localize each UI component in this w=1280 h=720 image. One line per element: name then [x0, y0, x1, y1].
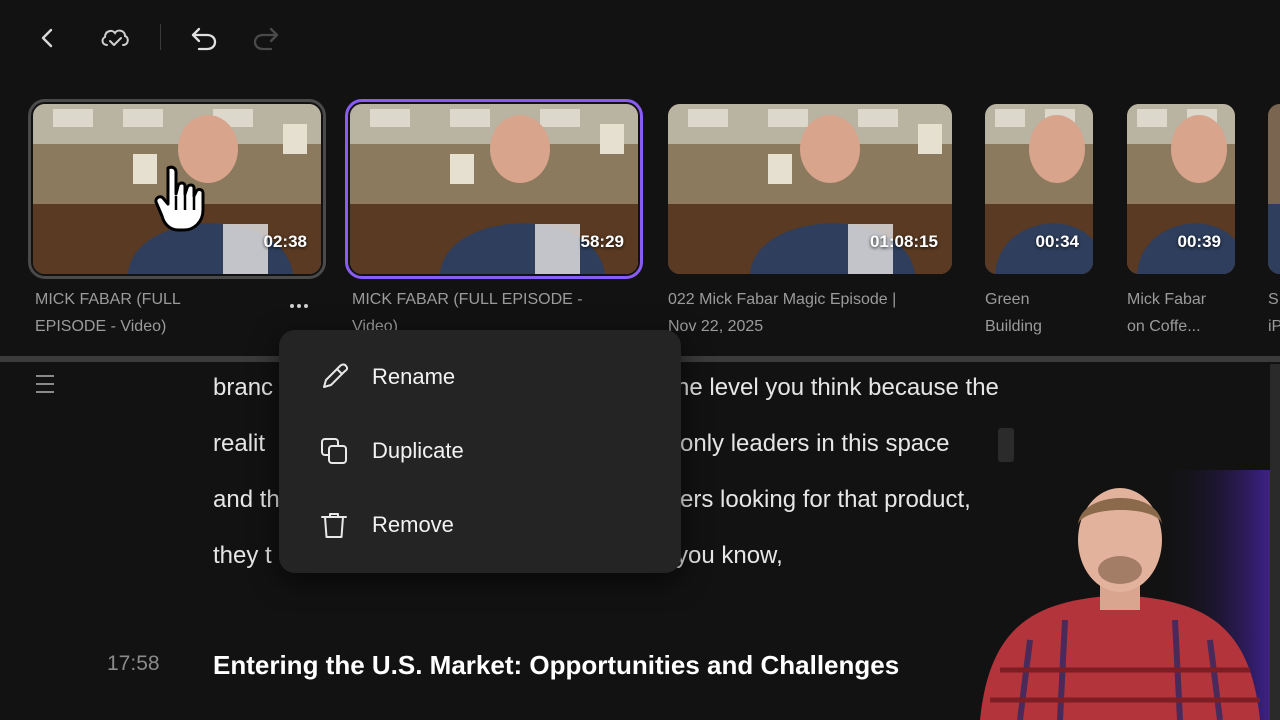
- redo-icon: [253, 27, 279, 51]
- toolbar: [0, 0, 1280, 76]
- clip-title-line: Nov 22, 2025: [668, 318, 764, 335]
- transcript-text: only leaders in this space: [680, 430, 950, 457]
- clip-title: Mick Fabar on Coffe...: [1127, 286, 1247, 340]
- clip-duration: 02:38: [263, 232, 307, 251]
- clip-thumbnail: 58:29: [345, 99, 643, 279]
- menu-bar: [36, 391, 54, 393]
- clip-title: Green Building: [985, 286, 1105, 340]
- clip-title-line: iP: [1268, 318, 1280, 335]
- menu-item-label: Duplicate: [372, 438, 464, 463]
- transcript-line[interactable]: they t: [213, 542, 272, 570]
- chevron-left-icon: [41, 28, 53, 48]
- context-menu: Rename Duplicate Remove: [279, 330, 681, 573]
- clip-item[interactable]: 02:38 MICK FABAR (FULL EPISODE - Video): [0, 96, 330, 358]
- transcript-line[interactable]: you know,: [676, 542, 783, 570]
- transcript-line[interactable]: branc: [213, 374, 273, 402]
- clip-item[interactable]: 00:34 Green Building: [978, 96, 1108, 358]
- transcript-text: they t: [213, 542, 272, 569]
- clip-title: S iP: [1268, 286, 1280, 340]
- trash-icon: [317, 508, 351, 542]
- clip-title-line: Green: [985, 291, 1030, 308]
- clip-thumbnail: [1268, 104, 1280, 274]
- rename-menu-item[interactable]: Rename: [279, 347, 681, 407]
- cloud-sync-button[interactable]: [99, 22, 131, 54]
- clip-title-line: S: [1268, 291, 1279, 308]
- menu-item-label: Remove: [372, 512, 454, 537]
- clip-title-line: MICK FABAR (FULL: [35, 291, 181, 308]
- clip-thumbnail: 01:08:15: [668, 104, 952, 274]
- clip-title-line: Building: [985, 318, 1042, 335]
- transcript-line[interactable]: realit: [213, 430, 265, 458]
- transcript-text: and th: [213, 486, 280, 513]
- clip-title-line: 022 Mick Fabar Magic Episode |: [668, 291, 897, 308]
- more-dot: [304, 304, 308, 308]
- duplicate-icon: [317, 434, 351, 468]
- duplicate-menu-item[interactable]: Duplicate: [279, 421, 681, 481]
- clip-title-line: MICK FABAR (FULL EPISODE -: [352, 291, 583, 308]
- text-cursor: [998, 428, 1014, 462]
- undo-icon: [191, 27, 217, 51]
- section-heading[interactable]: Entering the U.S. Market: Opportunities …: [213, 650, 899, 681]
- more-dot: [290, 304, 294, 308]
- undo-button[interactable]: [188, 22, 220, 54]
- transcript-line[interactable]: only leaders in this space: [680, 430, 949, 458]
- hand-cursor-icon: [154, 165, 205, 232]
- clip-item[interactable]: 58:29 MICK FABAR (FULL EPISODE - Video): [340, 96, 650, 358]
- clip-thumbnail: 00:39: [1127, 104, 1235, 274]
- clip-title-line: Mick Fabar: [1127, 291, 1207, 308]
- clip-duration: 01:08:15: [869, 232, 938, 251]
- transcript-text: he level you think because the: [676, 374, 999, 401]
- transcript-line[interactable]: and th: [213, 486, 280, 514]
- clip-duration: 00:34: [1035, 232, 1079, 251]
- more-options-button[interactable]: [284, 296, 314, 316]
- transcript-text: you know,: [676, 542, 783, 569]
- more-dot: [297, 304, 301, 308]
- clip-title: 022 Mick Fabar Magic Episode | Nov 22, 2…: [668, 286, 958, 340]
- webcam-overlay: [960, 470, 1270, 720]
- transcript-line[interactable]: ers looking for that product,: [680, 486, 971, 514]
- clip-item[interactable]: S iP: [1262, 96, 1280, 358]
- clip-thumbnail: 00:34: [985, 104, 1093, 274]
- clip-title-line: EPISODE - Video): [35, 318, 167, 335]
- section-timestamp[interactable]: 17:58: [107, 652, 160, 676]
- back-button[interactable]: [32, 22, 64, 54]
- remove-menu-item[interactable]: Remove: [279, 495, 681, 555]
- toolbar-separator: [160, 24, 161, 50]
- clip-item[interactable]: 00:39 Mick Fabar on Coffe...: [1120, 96, 1250, 358]
- clip-duration: 00:39: [1177, 232, 1221, 251]
- transcript-line[interactable]: he level you think because the: [676, 374, 999, 402]
- transcript-text: branc: [213, 374, 274, 401]
- menu-bar: [36, 375, 54, 377]
- clip-strip: 02:38 MICK FABAR (FULL EPISODE - Video): [0, 96, 1280, 358]
- clip-item[interactable]: 01:08:15 022 Mick Fabar Magic Episode | …: [660, 96, 960, 358]
- cloud-check-icon: [101, 29, 129, 46]
- transcript-text: realit: [213, 430, 266, 457]
- clip-duration: 58:29: [580, 232, 624, 251]
- pencil-icon: [317, 360, 351, 394]
- clip-title-line: on Coffe...: [1127, 318, 1201, 335]
- menu-icon[interactable]: [34, 372, 56, 396]
- menu-bar: [36, 383, 54, 385]
- clip-title: MICK FABAR (FULL EPISODE - Video): [35, 286, 285, 340]
- menu-item-label: Rename: [372, 364, 456, 389]
- redo-button[interactable]: [250, 22, 282, 54]
- transcript-text: ers looking for that product,: [680, 486, 971, 513]
- scrollbar[interactable]: [1270, 364, 1280, 720]
